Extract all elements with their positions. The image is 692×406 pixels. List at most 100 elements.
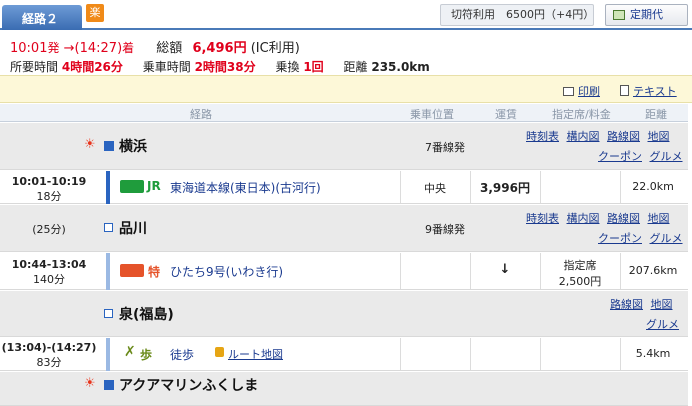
- segment-row: 10:44-13:04 140分 特 ひたち9号(いわき行) ↓ 指定席 2,5…: [0, 253, 688, 290]
- segment-row: 10:01-10:19 18分 JR 東海道本線(東日本)(古河行) 中央 3,…: [0, 171, 688, 204]
- route-line: [106, 253, 110, 290]
- station-links-2: クーポン グルメ: [598, 230, 683, 246]
- arrive-time: (14:27): [74, 41, 123, 56]
- gourmet-link[interactable]: グルメ: [650, 150, 683, 163]
- distance-value: 235.0km: [371, 60, 430, 74]
- coupon-link[interactable]: クーポン: [598, 150, 642, 163]
- map-link[interactable]: 地図: [648, 130, 670, 143]
- station-links: 路線図 地図: [610, 296, 673, 312]
- segment-time: 10:01-10:19 18分: [0, 175, 98, 204]
- gourmet-link[interactable]: グルメ: [650, 232, 683, 245]
- station-row: (25分) 品川 9番線発 時刻表 構内図 路線図 地図 クーポン グルメ: [0, 205, 688, 252]
- depart-suffix: 発: [47, 41, 60, 55]
- segment-time-range: 10:44-13:04: [11, 258, 87, 271]
- distance-label: 距離: [343, 60, 368, 74]
- commuter-pass-label: 定期代: [630, 8, 663, 21]
- reserved-price: 2,500円: [558, 275, 602, 288]
- lock-icon: [215, 347, 224, 357]
- divider: [400, 338, 401, 370]
- segment-time-range: (13:04)-(14:27): [1, 341, 97, 354]
- fare-value: 3,996円: [480, 181, 530, 195]
- depart-time: 10:01: [10, 41, 48, 56]
- divider: [540, 171, 541, 203]
- station-map-link[interactable]: 構内図: [567, 130, 600, 143]
- summary-line-1: 10:01発 →(14:27)着 総額 6,496円 (IC利用): [10, 37, 300, 56]
- station-row: 泉(福島) 路線図 地図 グルメ: [0, 291, 688, 337]
- station-marker-icon: [104, 141, 114, 151]
- text-label: テキスト: [633, 85, 677, 98]
- station-marker-icon: [104, 223, 113, 232]
- segment-time: (13:04)-(14:27) 83分: [0, 341, 98, 370]
- col-fare: 運賃: [495, 108, 517, 121]
- map-link[interactable]: 地図: [651, 298, 673, 311]
- segment-time-range: 10:01-10:19: [11, 175, 87, 188]
- station-links-2: クーポン グルメ: [598, 148, 683, 164]
- arrive-suffix: 着: [122, 41, 135, 55]
- train-icon: [120, 180, 144, 193]
- route-line: [106, 171, 110, 204]
- line-map-link[interactable]: 路線図: [607, 130, 640, 143]
- station-name: 泉(福島): [119, 307, 174, 323]
- text-link[interactable]: テキスト: [620, 83, 677, 99]
- sun-icon: ☀: [84, 137, 96, 152]
- transfer-value: 1回: [303, 60, 324, 74]
- line-name[interactable]: ひたち9号(いわき行): [170, 263, 283, 280]
- timetable-link[interactable]: 時刻表: [526, 130, 559, 143]
- document-icon: [620, 85, 629, 96]
- line-map-link[interactable]: 路線図: [610, 298, 643, 311]
- total-note: (IC利用): [250, 41, 300, 56]
- segment-minutes: 83分: [36, 356, 62, 369]
- route-tab[interactable]: 経路２: [2, 5, 82, 30]
- divider: [540, 338, 541, 370]
- boarding-position: 中央: [424, 182, 446, 195]
- line-map-link[interactable]: 路線図: [607, 212, 640, 225]
- commuter-pass-button[interactable]: 定期代: [605, 4, 688, 26]
- raku-badge: 楽: [86, 4, 104, 22]
- station-row: ☀ 横浜 7番線発 時刻表 構内図 路線図 地図 クーポン グルメ: [0, 123, 688, 170]
- divider: [470, 338, 471, 370]
- table-header: 経路 乗車位置 運賃 指定席/料金 距離: [0, 104, 688, 122]
- station-name: 横浜: [119, 139, 147, 155]
- summary-line-2: 所要時間 4時間26分 乗車時間 2時間38分 乗換 1回 距離 235.0km: [10, 58, 430, 75]
- wait-time: (25分): [32, 223, 66, 236]
- station-name: 品川: [119, 221, 147, 237]
- route-line: [106, 338, 110, 371]
- col-reserved: 指定席/料金: [552, 108, 611, 121]
- coupon-link[interactable]: クーポン: [598, 232, 642, 245]
- ticket-fare-info: 切符利用 6500円（+4円）: [440, 4, 594, 26]
- ride-label: 乗車時間: [142, 60, 191, 74]
- station-links: 時刻表 構内図 路線図 地図: [526, 210, 670, 226]
- duration-value: 4時間26分: [61, 60, 123, 74]
- station-name: アクアマリンふくしま: [119, 378, 259, 394]
- station-links: 時刻表 構内図 路線図 地図: [526, 128, 670, 144]
- walking-icon: ✗: [124, 344, 136, 360]
- line-name[interactable]: 東海道本線(東日本)(古河行): [170, 179, 321, 196]
- route-map-link[interactable]: ルート地図: [228, 346, 283, 362]
- total-value: 6,496円: [192, 41, 247, 56]
- station-map-link[interactable]: 構内図: [567, 212, 600, 225]
- duration-label: 所要時間: [10, 60, 59, 74]
- col-route: 経路: [190, 108, 212, 121]
- segment-row: (13:04)-(14:27) 83分 ✗ 歩 徒歩 ルート地図 5.4km: [0, 338, 688, 371]
- transfer-label: 乗換: [275, 60, 300, 74]
- station-marker-icon: [104, 380, 114, 390]
- map-link[interactable]: 地図: [648, 212, 670, 225]
- divider: [400, 253, 401, 289]
- col-distance: 距離: [645, 108, 667, 121]
- print-link[interactable]: 印刷: [563, 83, 600, 99]
- reserved-seat: 指定席 2,500円: [540, 257, 620, 289]
- printer-icon: [563, 87, 574, 96]
- timetable-link[interactable]: 時刻表: [526, 212, 559, 225]
- ride-value: 2時間38分: [194, 60, 256, 74]
- segment-minutes: 140分: [33, 273, 65, 286]
- distance-value: 22.0km: [632, 180, 674, 193]
- col-position: 乗車位置: [410, 108, 454, 121]
- express-train-icon: [120, 264, 144, 277]
- arrow: →: [63, 41, 75, 56]
- jr-badge: JR: [147, 179, 161, 193]
- calendar-icon: [613, 10, 625, 20]
- segment-minutes: 18分: [36, 190, 62, 203]
- station-marker-icon: [104, 309, 113, 318]
- gourmet-link[interactable]: グルメ: [646, 318, 679, 331]
- distance-value: 207.6km: [628, 264, 678, 277]
